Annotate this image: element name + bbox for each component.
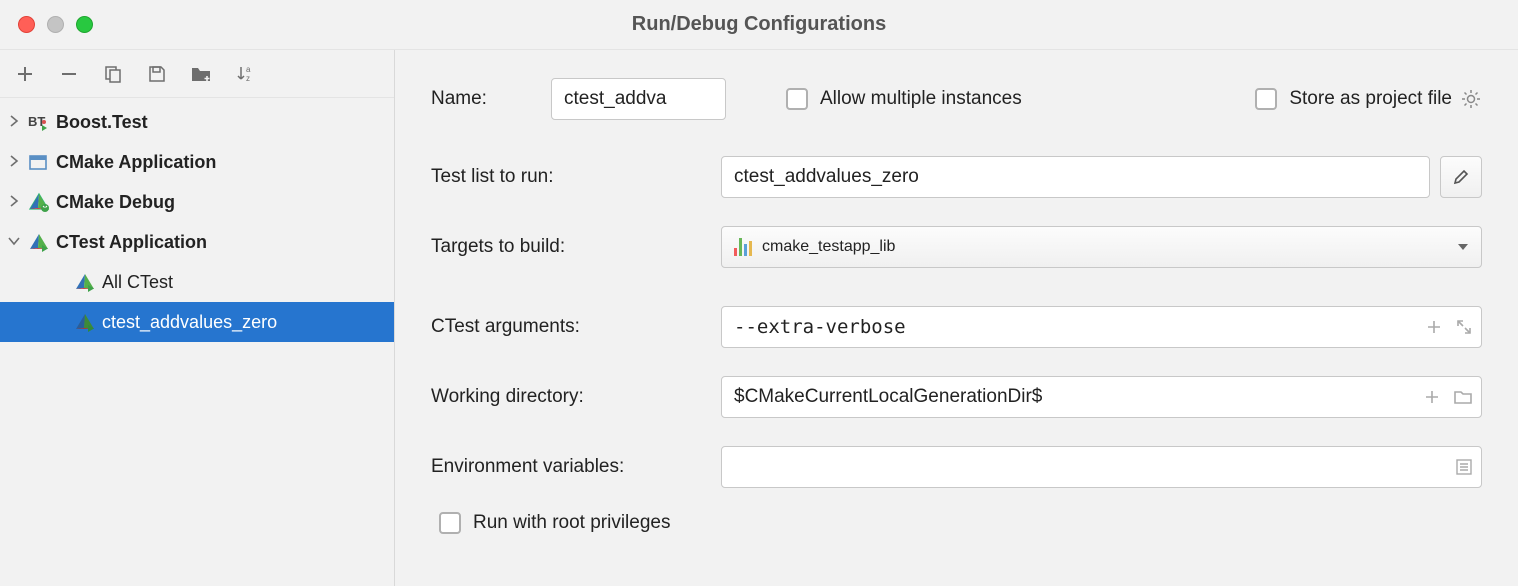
window-controls xyxy=(0,16,93,33)
expand-icon[interactable] xyxy=(1456,319,1472,335)
template-icon[interactable] xyxy=(190,63,212,85)
cmake-debug-icon xyxy=(28,191,50,213)
tree-item-boost-test[interactable]: BT Boost.Test xyxy=(0,102,394,142)
window-title: Run/Debug Configurations xyxy=(0,13,1518,36)
tree-item-all-ctest[interactable]: All CTest xyxy=(0,262,394,302)
bars-icon xyxy=(734,238,752,256)
ctest-args-input[interactable] xyxy=(721,306,1482,348)
plus-icon[interactable] xyxy=(1426,319,1442,335)
tree-item-ctest-addvalues-zero[interactable]: ctest_addvalues_zero xyxy=(0,302,394,342)
plus-icon[interactable] xyxy=(1424,389,1440,405)
svg-text:a: a xyxy=(246,65,251,74)
sidebar: az BT Boost.Test CMake Applicat xyxy=(0,50,395,586)
ctest-icon xyxy=(74,271,96,293)
targets-label: Targets to build: xyxy=(431,236,721,258)
chevron-right-icon xyxy=(8,195,22,209)
checkbox-icon xyxy=(1255,88,1277,110)
config-tree: BT Boost.Test CMake Application xyxy=(0,98,394,586)
window-minimize-button[interactable] xyxy=(47,16,64,33)
window-maximize-button[interactable] xyxy=(76,16,93,33)
folder-icon[interactable] xyxy=(1454,389,1472,405)
chevron-right-icon xyxy=(8,115,22,129)
caret-down-icon xyxy=(1457,242,1469,252)
save-icon[interactable] xyxy=(146,63,168,85)
svg-text:z: z xyxy=(246,74,250,83)
test-list-input[interactable] xyxy=(721,156,1430,198)
checkbox-icon xyxy=(786,88,808,110)
tree-item-ctest-application[interactable]: CTest Application xyxy=(0,222,394,262)
edit-button[interactable] xyxy=(1440,156,1482,198)
window-close-button[interactable] xyxy=(18,16,35,33)
list-icon[interactable] xyxy=(1456,459,1472,475)
store-project-checkbox[interactable]: Store as project file xyxy=(1255,88,1452,110)
checkbox-icon xyxy=(439,512,461,534)
test-list-label: Test list to run: xyxy=(431,166,721,188)
add-icon[interactable] xyxy=(14,63,36,85)
workdir-input[interactable] xyxy=(721,376,1482,418)
boost-icon: BT xyxy=(28,111,50,133)
ctest-args-label: CTest arguments: xyxy=(431,316,721,338)
root-privileges-checkbox[interactable]: Run with root privileges xyxy=(439,512,670,534)
chevron-right-icon xyxy=(8,155,22,169)
copy-icon[interactable] xyxy=(102,63,124,85)
titlebar: Run/Debug Configurations xyxy=(0,0,1518,50)
name-label: Name: xyxy=(431,88,551,110)
config-form: Name: Allow multiple instances Store as … xyxy=(395,50,1518,586)
remove-icon[interactable] xyxy=(58,63,80,85)
cmake-app-icon xyxy=(28,151,50,173)
env-label: Environment variables: xyxy=(431,456,721,478)
gear-icon[interactable] xyxy=(1460,88,1482,110)
tree-item-cmake-application[interactable]: CMake Application xyxy=(0,142,394,182)
tree-toolbar: az xyxy=(0,50,394,98)
ctest-icon xyxy=(28,231,50,253)
allow-multiple-checkbox[interactable]: Allow multiple instances xyxy=(786,88,1022,110)
workdir-label: Working directory: xyxy=(431,386,721,408)
sort-alpha-icon[interactable]: az xyxy=(234,63,256,85)
name-input[interactable] xyxy=(551,78,726,120)
tree-item-cmake-debug[interactable]: CMake Debug xyxy=(0,182,394,222)
ctest-icon xyxy=(74,311,96,333)
chevron-down-icon xyxy=(8,235,22,249)
targets-select[interactable]: cmake_testapp_lib xyxy=(721,226,1482,268)
env-input[interactable] xyxy=(721,446,1482,488)
